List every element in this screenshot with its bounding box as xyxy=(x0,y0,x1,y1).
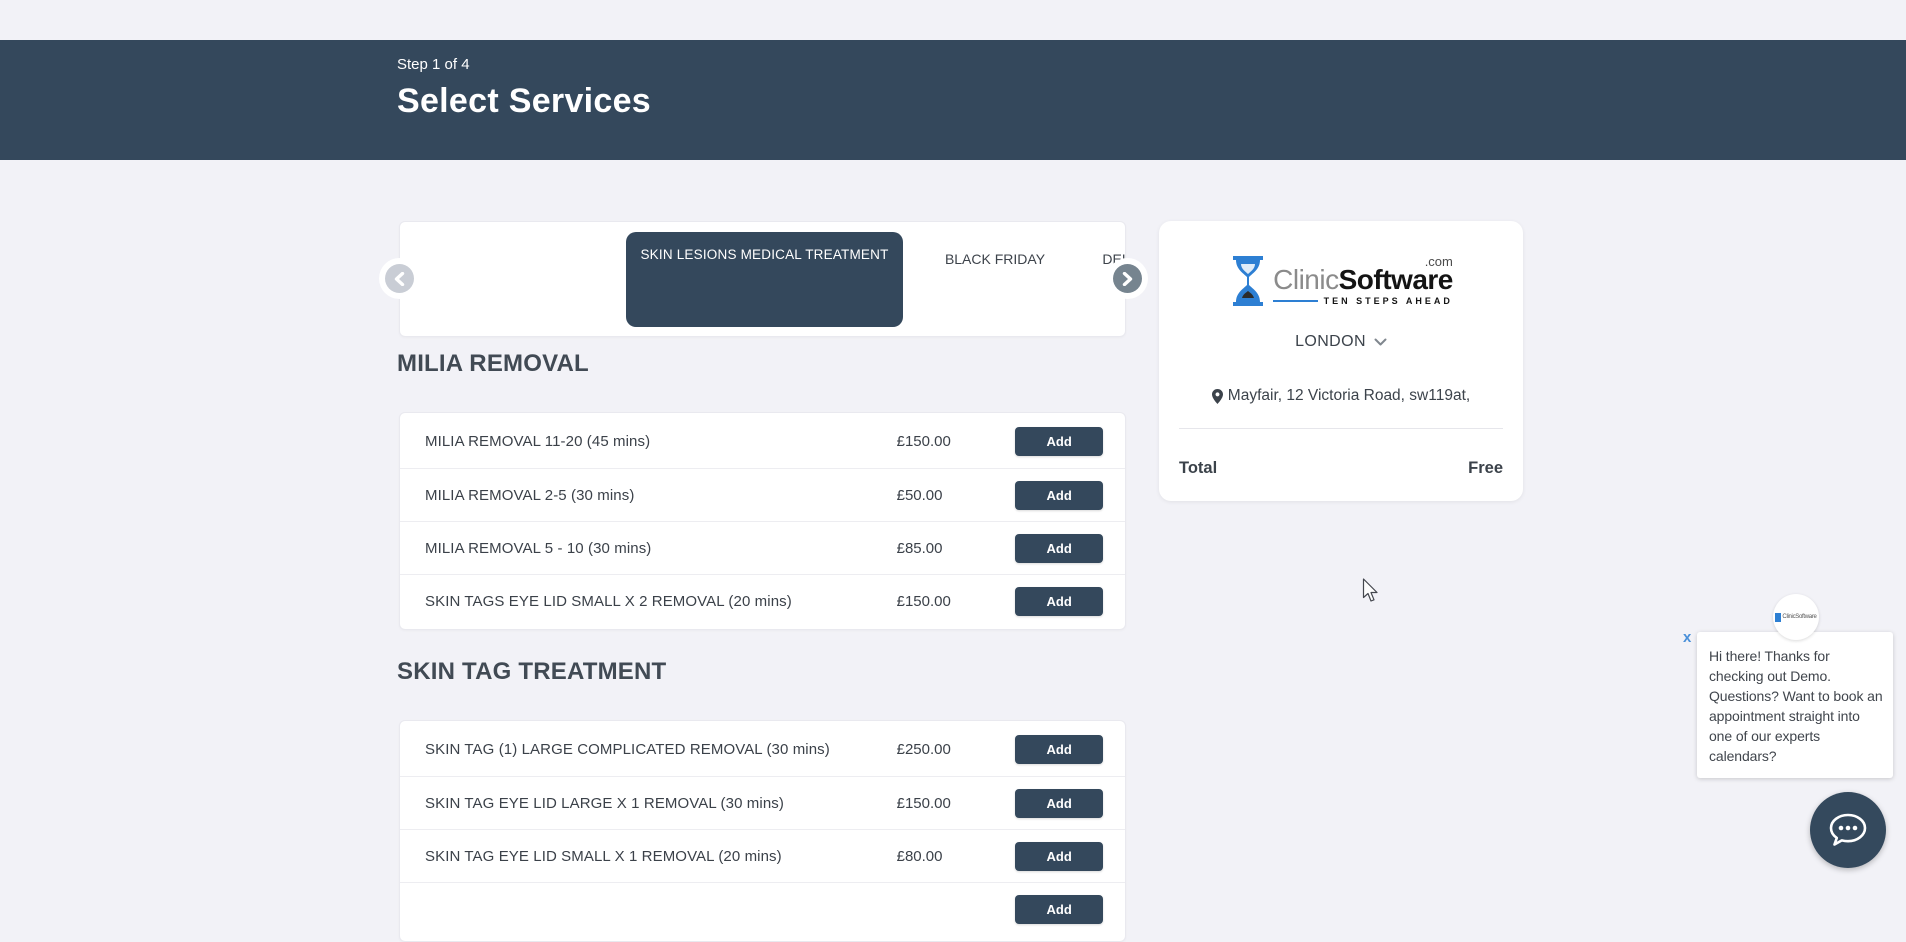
add-service-button[interactable]: Add xyxy=(1015,735,1103,764)
header-banner: Step 1 of 4 Select Services xyxy=(0,40,1906,160)
add-service-button[interactable]: Add xyxy=(1015,481,1103,510)
step-indicator: Step 1 of 4 xyxy=(397,56,1906,73)
service-row: SKIN TAG (1) LARGE COMPLICATED REMOVAL (… xyxy=(400,723,1125,776)
booking-summary-panel: .com ClinicSoftware TEN STEPS AHEAD LOND… xyxy=(1159,221,1523,501)
section-title-skin-tag-treatment: SKIN TAG TREATMENT xyxy=(397,658,666,686)
add-service-button[interactable]: Add xyxy=(1015,534,1103,563)
service-price: £250.00 xyxy=(897,741,1016,758)
carousel-prev-button[interactable] xyxy=(385,264,414,293)
tab-skin-lesions-medical-treatment[interactable]: SKIN LESIONS MEDICAL TREATMENT xyxy=(626,232,903,327)
total-row: Total Free xyxy=(1159,459,1523,478)
logo-name-part1: Clinic xyxy=(1273,264,1338,295)
logo-tld: .com xyxy=(1425,254,1453,269)
chat-launcher-button[interactable] xyxy=(1810,792,1886,868)
page-title: Select Services xyxy=(397,82,1906,121)
logo-tagline-rule xyxy=(1273,300,1318,302)
avatar-logo-icon xyxy=(1775,613,1781,622)
chat-message-bubble: Hi there! Thanks for checking out Demo. … xyxy=(1697,632,1893,778)
logo-tagline: TEN STEPS AHEAD xyxy=(1324,296,1453,306)
location-label: LONDON xyxy=(1295,333,1366,351)
address-text: Mayfair, 12 Victoria Road, sw119at, xyxy=(1228,387,1470,405)
chat-bubble-icon xyxy=(1828,812,1868,848)
tab-label: SKIN LESIONS MEDICAL TREATMENT xyxy=(640,247,888,262)
chevron-right-icon xyxy=(1122,272,1133,286)
chevron-left-icon xyxy=(394,272,405,286)
service-price: £85.00 xyxy=(897,540,1016,557)
chat-close-icon[interactable]: x xyxy=(1683,630,1691,645)
chat-message-text: Hi there! Thanks for checking out Demo. … xyxy=(1709,646,1883,766)
service-name: SKIN TAG (1) LARGE COMPLICATED REMOVAL (… xyxy=(425,741,897,758)
service-row: MILIA REMOVAL 2-5 (30 mins) £50.00 Add xyxy=(400,468,1125,521)
location-dropdown[interactable]: LONDON xyxy=(1159,333,1523,351)
service-name: SKIN TAGS EYE LID SMALL X 2 REMOVAL (20 … xyxy=(425,593,897,610)
total-value: Free xyxy=(1468,459,1503,478)
services-card-skin-tag: SKIN TAG (1) LARGE COMPLICATED REMOVAL (… xyxy=(399,720,1126,942)
service-price: £150.00 xyxy=(897,795,1016,812)
service-row: MILIA REMOVAL 5 - 10 (30 mins) £85.00 Ad… xyxy=(400,521,1125,574)
service-name: MILIA REMOVAL 5 - 10 (30 mins) xyxy=(425,540,897,557)
category-carousel: SKIN LESIONS MEDICAL TREATMENT BLACK FRI… xyxy=(399,221,1126,337)
add-service-button[interactable]: Add xyxy=(1015,427,1103,456)
services-card-milia: MILIA REMOVAL 11-20 (45 mins) £150.00 Ad… xyxy=(399,412,1126,630)
chat-avatar: ClinicSoftware xyxy=(1773,594,1819,640)
clinic-address: Mayfair, 12 Victoria Road, sw119at, xyxy=(1159,387,1523,405)
service-row: SKIN TAGS EYE LID SMALL X 2 REMOVAL (20 … xyxy=(400,574,1125,627)
service-row: MILIA REMOVAL 11-20 (45 mins) £150.00 Ad… xyxy=(400,415,1125,468)
service-price: £150.00 xyxy=(897,433,1016,450)
add-service-button[interactable]: Add xyxy=(1015,842,1103,871)
service-name: MILIA REMOVAL 2-5 (30 mins) xyxy=(425,487,897,504)
summary-divider xyxy=(1179,428,1503,429)
total-label: Total xyxy=(1179,459,1217,478)
service-name: SKIN TAG EYE LID LARGE X 1 REMOVAL (30 m… xyxy=(425,795,897,812)
mouse-cursor xyxy=(1362,578,1379,608)
section-title-milia-removal: MILIA REMOVAL xyxy=(397,350,589,378)
carousel-next-button[interactable] xyxy=(1113,264,1142,293)
service-price: £150.00 xyxy=(897,593,1016,610)
service-row-partial: Add xyxy=(400,882,1125,935)
service-name: MILIA REMOVAL 11-20 (45 mins) xyxy=(425,433,897,450)
avatar-logo-text: ClinicSoftware xyxy=(1782,614,1816,620)
hourglass-logo-icon xyxy=(1229,256,1267,306)
map-pin-icon xyxy=(1212,389,1223,404)
add-service-button[interactable]: Add xyxy=(1015,587,1103,616)
service-price: £50.00 xyxy=(897,487,1016,504)
chevron-down-icon xyxy=(1374,338,1387,346)
add-service-button[interactable]: Add xyxy=(1015,789,1103,818)
service-row: SKIN TAG EYE LID SMALL X 1 REMOVAL (20 m… xyxy=(400,829,1125,882)
service-name: SKIN TAG EYE LID SMALL X 1 REMOVAL (20 m… xyxy=(425,848,897,865)
service-row: SKIN TAG EYE LID LARGE X 1 REMOVAL (30 m… xyxy=(400,776,1125,829)
tab-black-friday[interactable]: BLACK FRIDAY xyxy=(935,251,1055,267)
add-service-button[interactable]: Add xyxy=(1015,895,1103,924)
clinicsoftware-logo: .com ClinicSoftware TEN STEPS AHEAD xyxy=(1159,256,1523,306)
service-price: £80.00 xyxy=(897,848,1016,865)
